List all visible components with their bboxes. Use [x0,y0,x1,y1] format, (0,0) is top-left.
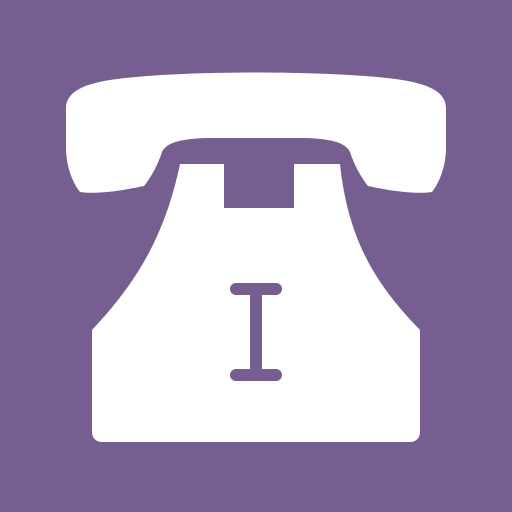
app-icon-tile[interactable] [0,0,512,512]
telephone-icon [0,0,512,512]
